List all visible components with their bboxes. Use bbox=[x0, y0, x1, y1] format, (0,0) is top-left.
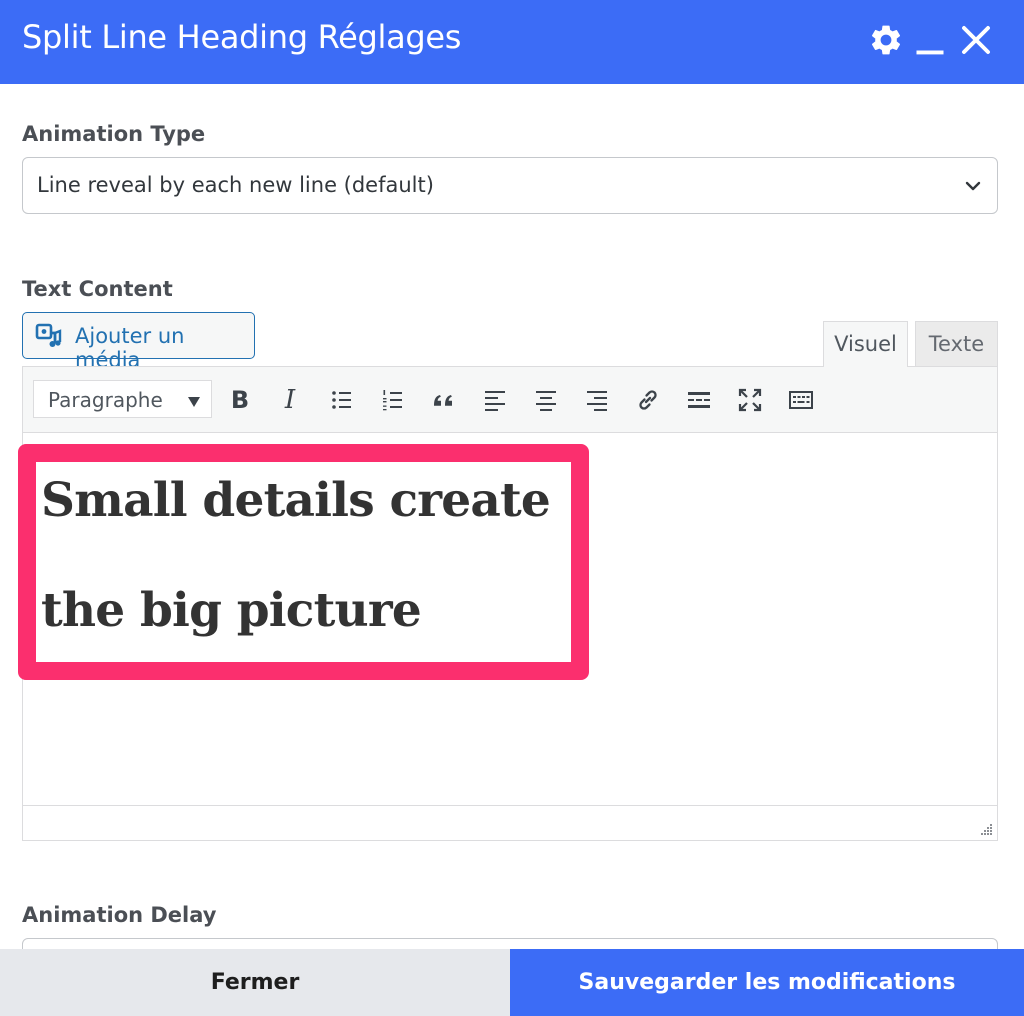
align-left-icon[interactable] bbox=[478, 383, 512, 417]
text-editor: Paragraphe B I Small details create the … bbox=[22, 366, 998, 841]
modal-title: Split Line Heading Réglages bbox=[22, 18, 462, 56]
blockquote-icon[interactable] bbox=[427, 383, 461, 417]
italic-icon[interactable]: I bbox=[273, 383, 307, 417]
fullscreen-icon[interactable] bbox=[733, 383, 767, 417]
link-icon[interactable] bbox=[631, 383, 665, 417]
chevron-down-icon bbox=[963, 176, 983, 196]
format-select-value: Paragraphe bbox=[48, 388, 163, 412]
heading-line-1: Small details create bbox=[41, 473, 551, 528]
animation-type-label: Animation Type bbox=[22, 122, 206, 146]
close-icon[interactable] bbox=[958, 22, 994, 58]
editor-status-bar bbox=[23, 805, 997, 840]
animation-type-value: Line reveal by each new line (default) bbox=[37, 173, 434, 197]
toolbar-toggle-icon[interactable] bbox=[784, 383, 818, 417]
resize-grip-icon[interactable] bbox=[979, 822, 993, 836]
animation-delay-label: Animation Delay bbox=[22, 903, 217, 927]
editor-toolbar: Paragraphe B I bbox=[23, 367, 997, 433]
tab-texte[interactable]: Texte bbox=[915, 321, 998, 367]
text-content-label: Text Content bbox=[22, 277, 173, 301]
modal-header: Split Line Heading Réglages bbox=[0, 0, 1024, 84]
bold-icon[interactable]: B bbox=[223, 383, 257, 417]
add-media-button[interactable]: Ajouter un média bbox=[22, 312, 255, 372]
caret-down-icon bbox=[187, 395, 201, 407]
align-right-icon[interactable] bbox=[580, 383, 614, 417]
save-button[interactable]: Sauvegarder les modifications bbox=[510, 949, 1024, 1016]
modal-footer: Fermer Sauvegarder les modifications bbox=[0, 949, 1024, 1016]
format-select[interactable]: Paragraphe bbox=[33, 380, 212, 418]
animation-type-select[interactable]: Line reveal by each new line (default) bbox=[22, 157, 998, 214]
tab-visuel[interactable]: Visuel bbox=[823, 321, 908, 367]
heading-line-2: the big picture bbox=[41, 583, 422, 638]
media-icon bbox=[35, 323, 63, 349]
editor-content[interactable]: Small details create the big picture bbox=[23, 433, 997, 805]
bullet-list-icon[interactable] bbox=[325, 383, 359, 417]
read-more-icon[interactable] bbox=[682, 383, 716, 417]
gear-icon[interactable] bbox=[868, 22, 904, 58]
align-center-icon[interactable] bbox=[529, 383, 563, 417]
close-button[interactable]: Fermer bbox=[0, 949, 510, 1016]
minimize-icon[interactable] bbox=[912, 22, 948, 58]
add-media-label: Ajouter un média bbox=[75, 324, 185, 372]
numbered-list-icon[interactable] bbox=[376, 383, 410, 417]
